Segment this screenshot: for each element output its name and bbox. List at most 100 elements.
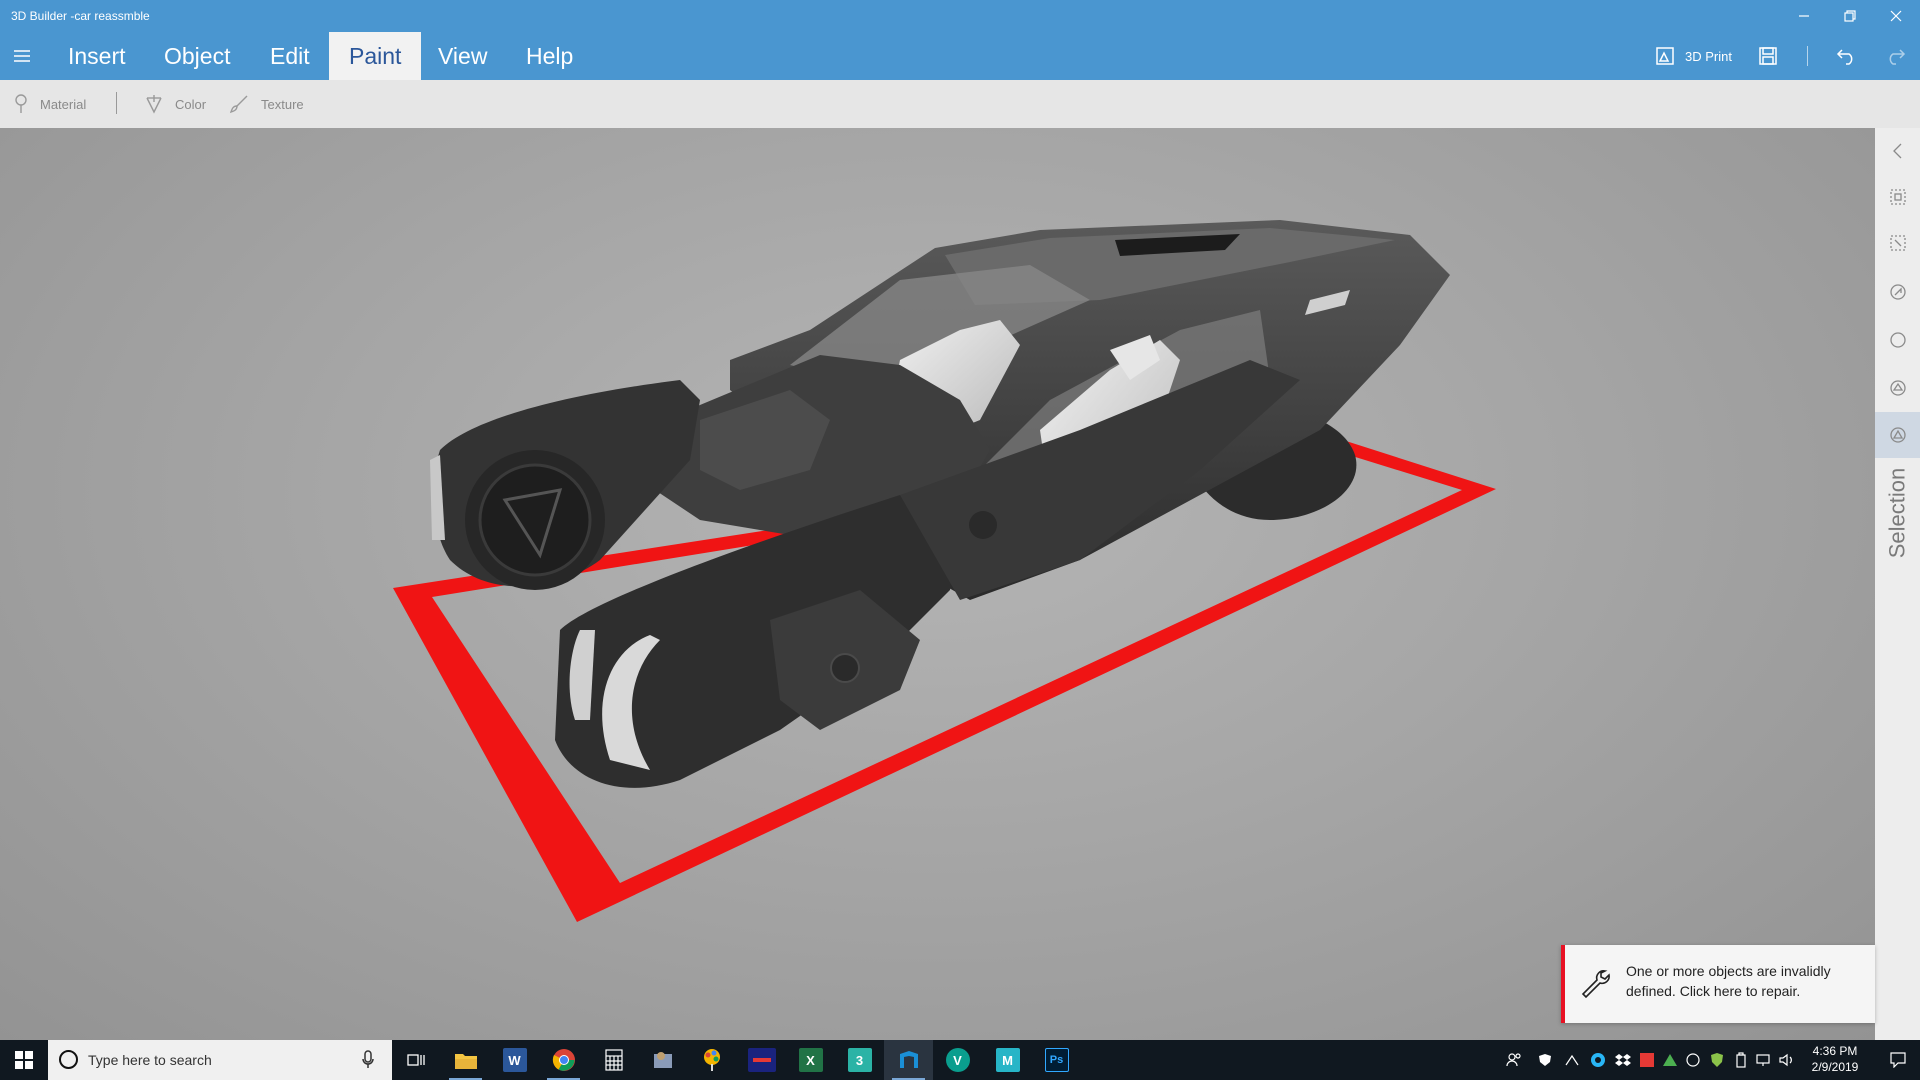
app-tray-icon	[1663, 1054, 1677, 1066]
tray-dropbox-button[interactable]	[1613, 1040, 1633, 1080]
toolbar-divider	[1807, 46, 1808, 66]
chrome-icon	[552, 1049, 575, 1071]
tray-wifi-button[interactable]	[1754, 1040, 1774, 1080]
triangle-select-icon	[1889, 427, 1906, 443]
select-all-icon	[1889, 189, 1906, 205]
tab-object[interactable]: Object	[144, 32, 250, 80]
paint-toolbar: Material Color Texture	[0, 80, 1920, 128]
paint-app-button[interactable]	[687, 1040, 736, 1080]
brush-icon	[229, 95, 248, 114]
tab-paint[interactable]: Paint	[329, 32, 422, 80]
tray-q-button[interactable]	[1588, 1040, 1608, 1080]
select-edges-icon	[1889, 380, 1906, 396]
restore-button[interactable]	[1827, 0, 1873, 32]
calculator-button[interactable]	[589, 1040, 638, 1080]
close-icon	[1890, 10, 1902, 22]
car-model[interactable]	[430, 220, 1450, 788]
start-button[interactable]	[0, 1040, 48, 1080]
texture-label: Texture	[261, 96, 304, 112]
microphone-icon[interactable]	[362, 1050, 374, 1070]
tray-mic-button[interactable]	[1683, 1040, 1703, 1080]
save-button[interactable]	[1758, 32, 1778, 80]
texture-tool[interactable]: Texture	[229, 80, 304, 128]
scene-canvas[interactable]	[0, 128, 1875, 1040]
taskbar: Type here to search W X 3 V M Ps 4:36 PM…	[0, 1040, 1920, 1080]
folder-icon	[454, 1054, 477, 1069]
3d-print-label: 3D Print	[1685, 48, 1732, 64]
system-clock[interactable]: 4:36 PM 2/9/2019	[1800, 1043, 1870, 1075]
redo-icon	[1889, 49, 1906, 65]
3d-builder-icon	[899, 1051, 918, 1068]
photoshop-button[interactable]: Ps	[1032, 1040, 1081, 1080]
select-edges-button[interactable]	[1875, 365, 1920, 411]
3d-print-button[interactable]: 3D Print	[1655, 32, 1732, 80]
word-icon: W	[502, 1048, 527, 1072]
save-icon	[1759, 47, 1777, 65]
select-faces-button[interactable]	[1875, 317, 1920, 363]
deselect-icon	[1889, 235, 1906, 251]
3d-print-icon	[1656, 47, 1674, 65]
tray-security-button[interactable]	[1707, 1040, 1727, 1080]
3d-app-button[interactable]: 3	[835, 1040, 884, 1080]
clock-date: 2/9/2019	[1811, 1060, 1859, 1074]
tray-network-button[interactable]	[1562, 1040, 1582, 1080]
security-icon	[1711, 1053, 1723, 1067]
tab-view[interactable]: View	[418, 32, 507, 80]
photoshop-icon: Ps	[1044, 1048, 1069, 1072]
window-title: 3D Builder -car reassmble	[11, 9, 150, 23]
color-tool[interactable]: Color	[145, 80, 206, 128]
app-tile-icon	[747, 1048, 776, 1072]
tab-insert[interactable]: Insert	[48, 32, 146, 80]
battery-icon	[1736, 1052, 1746, 1068]
volume-icon	[1779, 1053, 1792, 1067]
repair-notification[interactable]: One or more objects are invalidly define…	[1561, 945, 1875, 1023]
task-view-button[interactable]	[391, 1040, 440, 1080]
cortana-icon	[59, 1050, 78, 1069]
color-label: Color	[175, 96, 207, 112]
network-icon	[1756, 1054, 1770, 1066]
excel-icon: X	[798, 1048, 823, 1072]
side-panel: Selection	[1875, 128, 1920, 1040]
restore-icon	[1844, 10, 1856, 22]
calculator-icon	[604, 1049, 623, 1071]
selection-mode-button[interactable]	[1875, 412, 1920, 458]
close-button[interactable]	[1873, 0, 1919, 32]
file-explorer-button[interactable]	[441, 1040, 490, 1080]
tab-help[interactable]: Help	[506, 32, 593, 80]
tab-edit[interactable]: Edit	[250, 32, 330, 80]
hamburger-icon	[14, 50, 30, 62]
undo-button[interactable]	[1836, 32, 1858, 80]
tray-adobe-button[interactable]	[1637, 1040, 1657, 1080]
excel-button[interactable]: X	[786, 1040, 835, 1080]
3d-viewport[interactable]	[0, 128, 1875, 1040]
task-view-icon	[406, 1054, 425, 1066]
word-button[interactable]: W	[490, 1040, 539, 1080]
deselect-button[interactable]	[1875, 220, 1920, 266]
3d-builder-button[interactable]	[884, 1040, 933, 1080]
dropbox-icon	[1615, 1054, 1631, 1066]
select-all-button[interactable]	[1875, 174, 1920, 220]
vectorworks-button[interactable]: V	[933, 1040, 982, 1080]
maya-button[interactable]: M	[983, 1040, 1032, 1080]
chrome-button[interactable]	[539, 1040, 588, 1080]
selection-panel-label[interactable]: Selection	[1875, 458, 1920, 568]
action-center-button[interactable]	[1876, 1040, 1920, 1080]
clock-time: 4:36 PM	[1812, 1044, 1858, 1058]
hamburger-menu-button[interactable]	[8, 44, 36, 68]
app-tile-button[interactable]	[737, 1040, 786, 1080]
ribbon-menu: Insert Object Edit Paint View Help 3D Pr…	[0, 32, 1920, 80]
redo-button[interactable]	[1884, 32, 1906, 80]
adobe-icon	[1640, 1053, 1654, 1067]
material-tool[interactable]: Material	[14, 80, 86, 128]
wrench-icon	[1581, 970, 1610, 999]
people-button[interactable]	[1502, 1040, 1526, 1080]
select-objects-button[interactable]	[1875, 269, 1920, 315]
minimize-button[interactable]	[1781, 0, 1827, 32]
tray-battery-button[interactable]	[1731, 1040, 1751, 1080]
collapse-panel-button[interactable]	[1875, 128, 1920, 174]
tray-shield-button[interactable]	[1535, 1040, 1555, 1080]
tray-volume-button[interactable]	[1777, 1040, 1797, 1080]
taskbar-search-box[interactable]: Type here to search	[48, 1040, 392, 1080]
app-button[interactable]	[638, 1040, 687, 1080]
tray-app-button[interactable]	[1660, 1040, 1680, 1080]
